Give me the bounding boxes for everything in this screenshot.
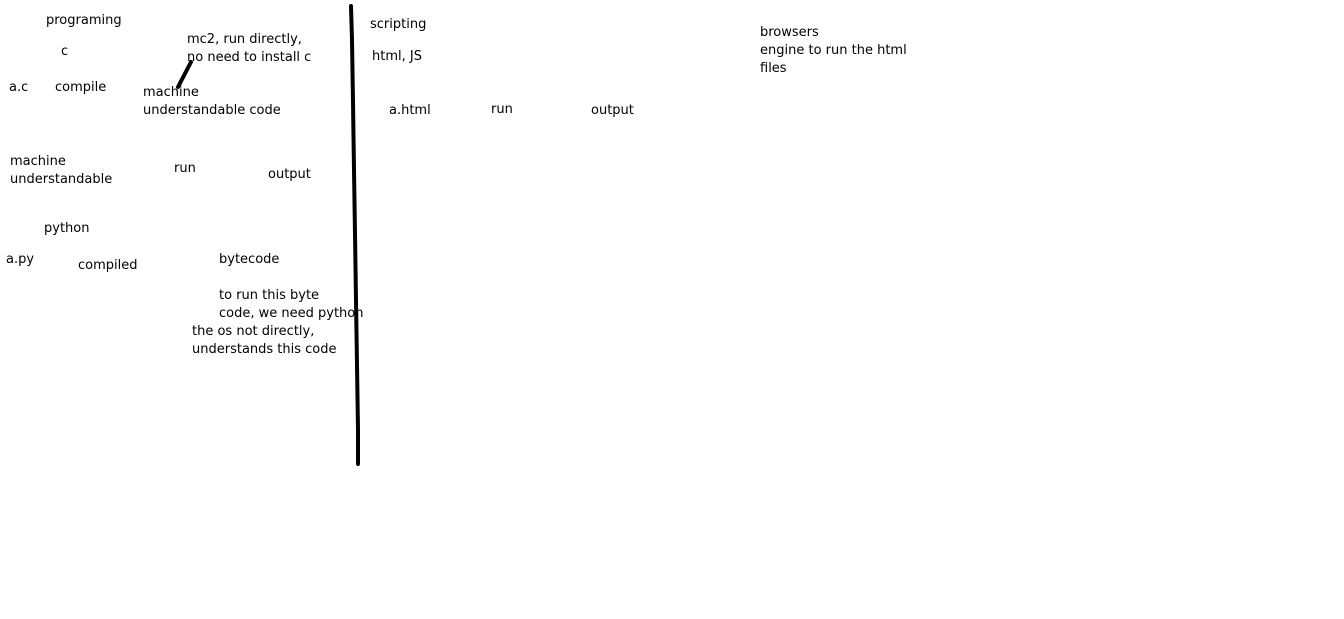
run-label-left: run — [174, 161, 196, 176]
byte-note-line1: to run this byte — [219, 288, 320, 303]
output-label-left: output — [268, 167, 311, 182]
ink-strokes — [176, 4, 360, 466]
mc2-note-line1: mc2, run directly, — [187, 32, 302, 47]
machine-code-line2: understandable code — [143, 103, 281, 118]
a-py-label: a.py — [6, 252, 35, 267]
divider-stroke — [349, 4, 360, 466]
browsers-line2: engine to run the html — [760, 43, 907, 58]
html-js-label: html, JS — [372, 49, 422, 64]
a-html-label: a.html — [389, 103, 431, 118]
a-c-label: a.c — [9, 80, 29, 95]
machine-code-line1: machine — [143, 85, 199, 100]
machine-line1: machine — [10, 154, 66, 169]
output-label-right: output — [591, 103, 634, 118]
mc2-note-line2: no need to install c — [187, 50, 312, 65]
c-label: c — [61, 44, 69, 59]
os-note-line2: understands this code — [192, 342, 337, 357]
python-label: python — [44, 221, 90, 236]
compiled-label: compiled — [78, 258, 138, 273]
scripting-label: scripting — [370, 17, 427, 32]
byte-note-line2: code, we need python — [219, 306, 364, 321]
programing-label: programing — [46, 13, 122, 28]
browsers-line3: files — [760, 61, 787, 76]
compile-label: compile — [55, 80, 107, 95]
os-note-line1: the os not directly, — [192, 324, 315, 339]
run-label-right: run — [491, 102, 513, 117]
machine-line2: understandable — [10, 172, 113, 187]
paint-canvas[interactable]: programing c mc2, run directly, no need … — [0, 0, 1344, 619]
browsers-line1: browsers — [760, 25, 819, 40]
bytecode-label: bytecode — [219, 252, 280, 267]
